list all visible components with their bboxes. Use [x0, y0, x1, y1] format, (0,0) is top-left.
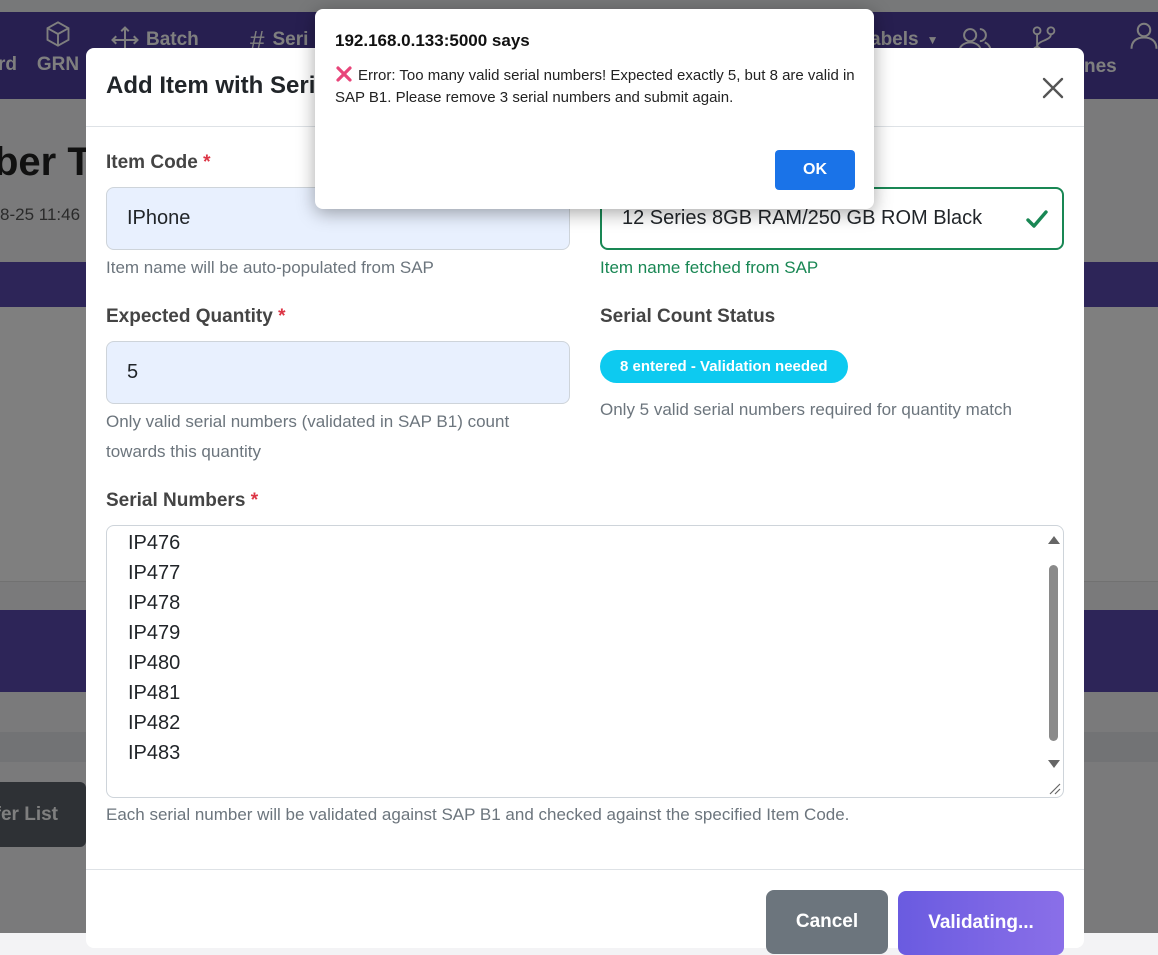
scroll-up-arrow-icon[interactable] — [1048, 536, 1060, 544]
serial-line: IP478 — [128, 592, 181, 614]
modal-title: Add Item with Seri — [106, 72, 316, 99]
item-code-help: Item name will be auto-populated from SA… — [106, 258, 434, 277]
alert-message: Error: Too many valid serial numbers! Ex… — [335, 65, 855, 109]
serial-count-status-label: Serial Count Status — [600, 306, 776, 327]
button-label: Cancel — [795, 911, 859, 932]
input-value: 12 Series 8GB RAM/250 GB ROM Black — [622, 207, 983, 229]
serial-line: IP480 — [128, 652, 181, 674]
ok-button[interactable]: OK — [775, 150, 855, 190]
serial-status-help: Only 5 valid serial numbers required for… — [600, 400, 1012, 419]
serial-line: IP479 — [128, 622, 181, 644]
help-line: Only valid serial numbers (validated in … — [106, 412, 510, 431]
input-value: 5 — [127, 361, 139, 383]
button-label: Validating... — [928, 912, 1034, 933]
close-icon — [1042, 77, 1064, 99]
item-code-label: Item Code * — [106, 152, 211, 174]
textarea-scrollbar[interactable] — [1045, 530, 1061, 792]
check-icon — [1026, 210, 1048, 228]
close-button[interactable] — [1037, 72, 1069, 104]
required-mark: * — [203, 152, 211, 173]
browser-alert-dialog: 192.168.0.133:5000 says Error: Too many … — [315, 9, 874, 209]
serial-line: IP476 — [128, 532, 181, 554]
alert-message-text: Error: Too many valid serial numbers! Ex… — [335, 67, 855, 106]
serial-numbers-help: Each serial number will be validated aga… — [106, 805, 850, 824]
cancel-button[interactable]: Cancel — [766, 890, 888, 954]
help-line: towards this quantity — [106, 442, 261, 461]
status-badge: 8 entered - Validation needed — [600, 350, 848, 383]
input-value: IPhone — [127, 207, 191, 229]
item-name-help: Item name fetched from SAP — [600, 258, 819, 277]
scrollbar-thumb[interactable] — [1049, 565, 1058, 741]
required-mark: * — [278, 306, 286, 327]
serial-line: IP482 — [128, 712, 181, 734]
validating-button[interactable]: Validating... — [898, 891, 1064, 955]
expected-quantity-help: Only valid serial numbers (validated in … — [106, 407, 509, 467]
label-text: Expected Quantity — [106, 306, 273, 327]
serial-numbers-label: Serial Numbers * — [106, 490, 258, 512]
serial-line: IP477 — [128, 562, 181, 584]
label-text: Serial Numbers — [106, 490, 246, 511]
expected-quantity-label: Expected Quantity * — [106, 306, 286, 328]
scroll-down-arrow-icon[interactable] — [1048, 760, 1060, 768]
label-text: Item Code — [106, 152, 198, 173]
error-x-icon — [336, 66, 352, 82]
serial-numbers-textarea[interactable]: IP476 IP477 IP478 IP479 IP480 IP481 IP48… — [106, 525, 1064, 798]
alert-origin: 192.168.0.133:5000 says — [335, 31, 530, 50]
required-mark: * — [250, 490, 259, 511]
serial-line: IP481 — [128, 682, 181, 704]
serial-line: IP483 — [128, 742, 181, 764]
resize-handle-icon[interactable] — [1045, 781, 1061, 795]
serial-list: IP476 IP477 IP478 IP479 IP480 IP481 IP48… — [128, 528, 180, 768]
expected-quantity-input[interactable]: 5 — [106, 341, 570, 404]
